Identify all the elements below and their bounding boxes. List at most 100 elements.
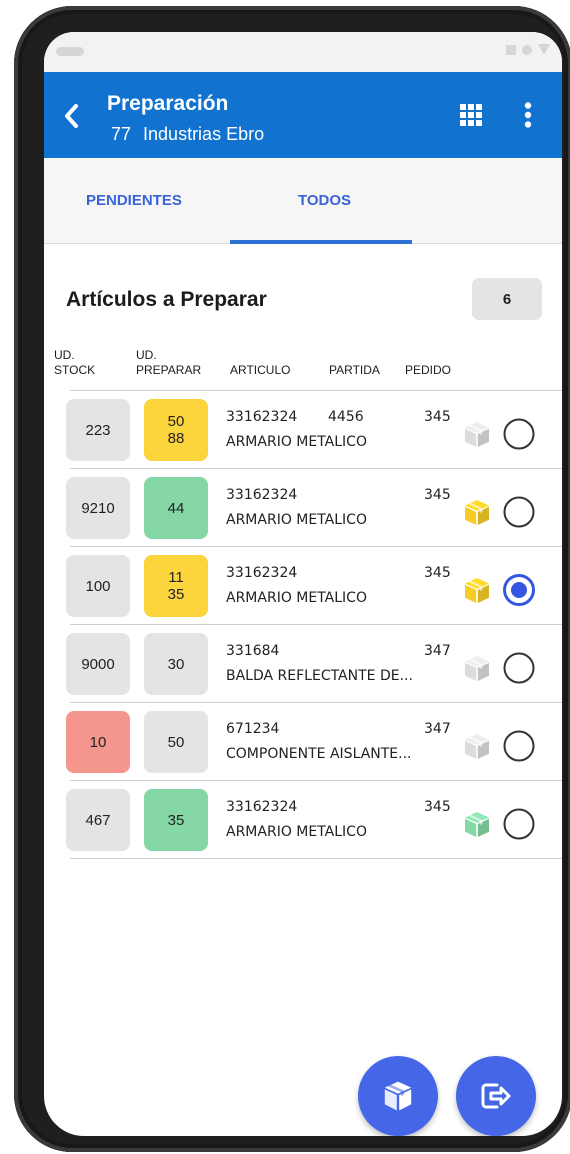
tab-pendientes[interactable]: PENDIENTES [86, 192, 182, 209]
package-icon [465, 578, 489, 603]
radio-button[interactable] [502, 495, 536, 529]
radio-button[interactable] [502, 417, 536, 451]
package-icon [465, 656, 489, 681]
stock-box: 9000 [66, 633, 130, 695]
article-description: ARMARIO METALICO [226, 434, 367, 450]
article-code: 671234 [226, 721, 280, 737]
pack-fab-button[interactable] [358, 1056, 438, 1136]
chevron-left-icon [65, 104, 78, 128]
stock-value: 9210 [81, 499, 115, 517]
prepare-box: 30 [144, 633, 208, 695]
column-header-stock-line2: STOCK [54, 363, 96, 377]
article-code: 331684 [226, 643, 280, 659]
status-icons [506, 44, 550, 55]
stock-box: 9210 [66, 477, 130, 539]
exit-icon [481, 1083, 511, 1109]
stock-value: 467 [85, 811, 111, 829]
prepare-value: 50 [167, 413, 185, 430]
article-description: BALDA REFLECTANTE DE... [226, 668, 413, 684]
app-screen: Preparación 77 Industrias Ebro PENDIENTES… [44, 32, 562, 1136]
article-code: 33162324 [226, 409, 298, 425]
order-number: 345 [424, 487, 451, 503]
status-pill-icon [56, 47, 84, 56]
section-title: Artículos a Preparar [66, 288, 267, 311]
stock-value: 100 [85, 577, 111, 595]
stock-box: 467 [66, 789, 130, 851]
prepare-box: 11 35 [144, 555, 208, 617]
circle-icon [522, 44, 532, 55]
prepare-box: 50 [144, 711, 208, 773]
stock-value: 9000 [81, 655, 115, 673]
page-subtitle: 77 Industrias Ebro [111, 124, 264, 145]
items-count-badge: 6 [472, 278, 542, 320]
list-item[interactable]: 467 35 33162324 345 ARMARIO METALICO [66, 781, 562, 859]
list-item[interactable]: 10 50 671234 347 COMPONENTE AISLANTE... [66, 703, 562, 781]
package-icon [384, 1081, 412, 1111]
list-item[interactable]: 9210 44 33162324 345 ARMARIO METALICO [66, 469, 562, 547]
article-description: COMPONENTE AISLANTE... [226, 746, 412, 762]
radio-button[interactable] [502, 573, 536, 607]
column-header-stock-line1: UD. [54, 348, 75, 362]
radio-button[interactable] [502, 729, 536, 763]
prepare-value: 44 [167, 499, 185, 517]
exit-fab-button[interactable] [456, 1056, 536, 1136]
status-bar [44, 32, 562, 72]
column-header-prep: UD. PREPARAR [136, 348, 201, 378]
tab-todos[interactable]: TODOS [298, 192, 351, 209]
prepare-box: 35 [144, 789, 208, 851]
batch-number: 4456 [328, 409, 364, 425]
prepare-value: 30 [167, 655, 185, 673]
radio-button[interactable] [502, 651, 536, 685]
prepare-value: 35 [167, 811, 185, 829]
page-title: Preparación [107, 92, 229, 115]
article-code: 33162324 [226, 565, 298, 581]
column-header-pedido: PEDIDO [405, 363, 452, 377]
order-number: 347 [424, 721, 451, 737]
column-header-articulo: ARTICULO [230, 363, 291, 377]
more-vertical-icon [524, 102, 532, 128]
active-tab-indicator [230, 240, 412, 244]
grid-icon [460, 104, 482, 126]
radio-button[interactable] [502, 807, 536, 841]
article-code: 33162324 [226, 799, 298, 815]
stock-value: 223 [85, 421, 111, 439]
articles-list: 223 50 88 33162324 4456 345 ARMARIO METAL… [66, 390, 562, 859]
prepare-box: 44 [144, 477, 208, 539]
package-icon [465, 734, 489, 759]
package-icon [465, 500, 489, 525]
column-header-prep-line2: PREPARAR [136, 363, 202, 377]
column-header-partida: PARTIDA [329, 363, 380, 377]
package-icon [465, 422, 489, 447]
list-item[interactable]: 9000 30 331684 347 BALDA REFLECTANTE DE.… [66, 625, 562, 703]
signal-triangle-icon [538, 44, 550, 55]
stock-box: 100 [66, 555, 130, 617]
order-number: 345 [424, 409, 451, 425]
column-header-prep-line1: UD. [136, 348, 157, 362]
client-name: Industrias Ebro [143, 124, 265, 144]
client-number: 77 [111, 124, 132, 144]
stock-box: 223 [66, 399, 130, 461]
article-description: ARMARIO METALICO [226, 512, 367, 528]
article-description: ARMARIO METALICO [226, 824, 367, 840]
list-item[interactable]: 223 50 88 33162324 4456 345 ARMARIO METAL… [66, 391, 562, 469]
prepare-value: 50 [167, 733, 185, 751]
tab-bar: PENDIENTES TODOS [44, 158, 562, 244]
square-icon [506, 44, 516, 55]
prepare-value: 11 [168, 569, 184, 586]
column-header-stock: UD. STOCK [54, 348, 95, 378]
article-code: 33162324 [226, 487, 298, 503]
order-number: 347 [424, 643, 451, 659]
more-options-button[interactable] [514, 96, 542, 134]
prepare-total: 35 [167, 586, 185, 603]
package-icon [465, 812, 489, 837]
back-button[interactable] [58, 98, 84, 134]
app-bar: Preparación 77 Industrias Ebro [44, 72, 562, 158]
article-description: ARMARIO METALICO [226, 590, 367, 606]
list-item[interactable]: 100 11 35 33162324 345 ARMARIO METALICO [66, 547, 562, 625]
grid-menu-button[interactable] [454, 98, 488, 132]
prepare-total: 88 [167, 430, 185, 447]
prepare-box: 50 88 [144, 399, 208, 461]
order-number: 345 [424, 565, 451, 581]
stock-value: 10 [89, 733, 107, 751]
order-number: 345 [424, 799, 451, 815]
